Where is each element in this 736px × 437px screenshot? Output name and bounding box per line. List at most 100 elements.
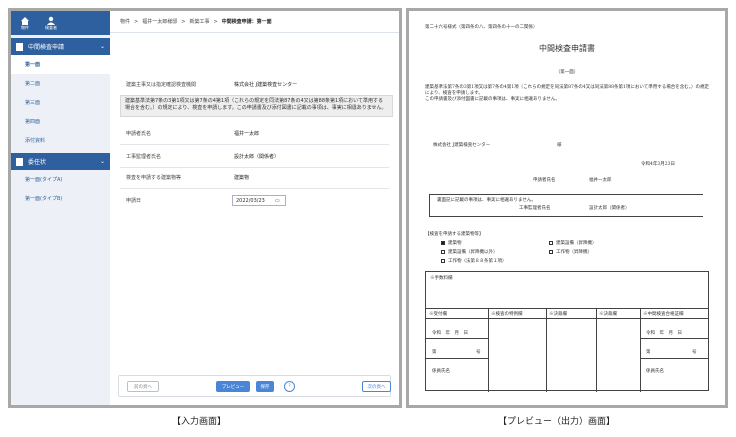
preview-button[interactable]: プレビュー xyxy=(216,381,250,392)
doc-date: 令和4年3月23日 xyxy=(641,162,675,167)
doc-rule xyxy=(596,308,597,392)
doc-honorific: 様 xyxy=(557,143,562,148)
doc-col-header: ※検査の特例欄 xyxy=(491,312,523,317)
checkbox-icon xyxy=(549,249,553,254)
sidebar-item-page3[interactable]: 第三面 xyxy=(11,93,110,112)
doc-page-label: （第一面） xyxy=(555,70,579,75)
breadcrumb-item[interactable]: 物件 xyxy=(120,18,130,25)
sidebar-item-page2[interactable]: 第二面 xyxy=(11,74,110,93)
sidebar-group-label: 中間検査申請 xyxy=(28,44,65,51)
doc-cell-dai: 第 xyxy=(646,350,651,355)
input-screen-caption: 【入力画面】 xyxy=(172,417,227,427)
sidebar-item-attachments[interactable]: 添付資料 xyxy=(11,131,110,150)
chevron-down-icon: ⌄ xyxy=(99,158,105,165)
sidebar-item-page1[interactable]: 第一面 xyxy=(11,55,110,74)
doc-rule xyxy=(426,358,488,359)
checkbox-icon xyxy=(549,240,553,245)
doc-rule xyxy=(488,308,489,392)
sidebar: 物件 検査者 中間検査申請 ⌄ 第一面 第二面 第三面 第四面 添付資料 委任状… xyxy=(11,11,110,405)
home-icon xyxy=(21,17,29,25)
sidebar-item-type-b[interactable]: 第一面(タイプB) xyxy=(11,189,110,208)
doc-cell-staff: 係員氏名 xyxy=(646,369,664,374)
supervisor-label: 工事監理者氏名 xyxy=(126,154,162,160)
doc-body-line: この申請書及び添付図書に記載の事項は、事実に相違ありません。 xyxy=(425,97,560,102)
addressee-value[interactable]: 株式会社 J建築検査センター xyxy=(234,81,297,88)
calendar-icon[interactable]: ▭ xyxy=(275,198,280,204)
document-icon xyxy=(16,42,23,51)
doc-check-item: 工作物（昇降機） xyxy=(549,249,592,255)
breadcrumb-separator: > xyxy=(213,18,218,25)
prev-page-button[interactable]: 前の頁へ xyxy=(127,381,159,392)
breadcrumb-item[interactable]: 新築工事 xyxy=(189,18,209,25)
doc-supervisor: 設計太郎（関係者） xyxy=(589,206,630,211)
doc-check-label: 建築設備（昇降機） xyxy=(556,241,597,246)
doc-check-label: 工作物（昇降機） xyxy=(556,250,592,255)
doc-rule xyxy=(546,308,547,392)
applicant-label: 申請者氏名 xyxy=(126,131,152,137)
doc-col-header: ※受付欄 xyxy=(429,312,447,317)
doc-rule xyxy=(426,338,488,339)
person-icon xyxy=(47,16,55,25)
doc-check-label: 建築物 xyxy=(448,241,462,246)
doc-cell-go: 号 xyxy=(476,350,481,355)
doc-form-header: 第二十六号様式（第四条の八、第四条の十一の二関係） xyxy=(425,25,538,30)
breadcrumb-item[interactable]: 福井一太郎様邸 xyxy=(142,18,177,25)
sidebar-item-type-a[interactable]: 第一面(タイプA) xyxy=(11,170,110,189)
breadcrumb-separator: > xyxy=(181,18,186,25)
addressee-label: 建築主事又は指定確認検査機関 xyxy=(126,82,197,88)
nav-inspector-button[interactable]: 検査者 xyxy=(43,13,59,33)
doc-body-line: 建築基準法第7条の3第1項又は第7条の4第1項（これらの規定を同法第87条の4又… xyxy=(425,85,709,96)
doc-cell-dai: 第 xyxy=(432,350,437,355)
doc-supervisor-note: 裏面記に記載の事項は、事実に相違ありません。 xyxy=(437,198,536,203)
input-screen: 物件 検査者 中間検査申請 ⌄ 第一面 第二面 第三面 第四面 添付資料 委任状… xyxy=(8,8,402,408)
doc-body: 建築基準法第7条の3第1項又は第7条の4第1項（これらの規定を同法第87条の4又… xyxy=(425,85,711,103)
nav-property-label: 物件 xyxy=(21,25,29,30)
doc-office-table: ※手数料欄 ※受付欄 ※検査の特例欄 ※決裁欄 ※決裁欄 ※中間検査合格証欄 令… xyxy=(425,271,709,392)
doc-supervisor-label: 工事監理者氏名 xyxy=(519,206,551,211)
doc-applicant-label: 申請者氏名 xyxy=(533,178,556,183)
doc-rule xyxy=(640,308,641,392)
chevron-down-icon: ⌄ xyxy=(99,43,105,50)
doc-cell-date: 令和 年 月 日 xyxy=(432,331,468,336)
doc-cell-go: 号 xyxy=(692,350,697,355)
doc-check-item: 建築物 xyxy=(441,240,462,246)
doc-rule xyxy=(426,318,708,319)
doc-col-header: ※決裁欄 xyxy=(599,312,617,317)
doc-fee-label: ※手数料欄 xyxy=(430,276,453,281)
sidebar-group-interim-inspection[interactable]: 中間検査申請 ⌄ xyxy=(11,38,110,55)
footer-bar: 前の頁へ プレビュー 保存 ? 次の頁へ xyxy=(118,375,391,397)
save-button[interactable]: 保存 xyxy=(256,381,274,392)
doc-check-item: 建築設備（昇降機以外） xyxy=(441,249,498,255)
next-page-button[interactable]: 次の頁へ xyxy=(362,381,391,392)
doc-check-label: 工作物（法第８８条第１項） xyxy=(448,259,507,264)
nav-property-button[interactable]: 物件 xyxy=(17,13,33,33)
help-icon[interactable]: ? xyxy=(284,381,295,392)
checkbox-icon xyxy=(441,249,445,254)
applicant-value[interactable]: 福井一太郎 xyxy=(234,130,259,137)
sidebar-group-label: 委任状 xyxy=(28,159,47,166)
doc-check-label: 建築設備（昇降機以外） xyxy=(448,250,498,255)
nav-inspector-label: 検査者 xyxy=(45,25,57,30)
notice-text: 建築基準法第7条の3第1項又は第7条の4第1項（これらの規定を同法第87条の4又… xyxy=(120,95,393,117)
sidebar-group-power-of-attorney[interactable]: 委任状 ⌄ xyxy=(11,153,110,170)
doc-col-header: ※中間検査合格証欄 xyxy=(643,312,684,317)
date-input[interactable]: 2022/03/23 ▭ xyxy=(232,195,286,206)
building-type-value[interactable]: 建築物 xyxy=(234,174,249,181)
breadcrumb: 物件 > 福井一太郎様邸 > 新築工事 > 中間検査申請：第一面 xyxy=(110,11,399,33)
divider xyxy=(120,144,389,145)
doc-check-item: 建築設備（昇降機） xyxy=(549,240,597,246)
checkbox-checked-icon xyxy=(441,240,445,245)
preview-screen-caption: 【プレビュー（出力）画面】 xyxy=(498,417,616,427)
doc-rule xyxy=(640,358,708,359)
doc-check-title: 【検査を申請する建築物等】 xyxy=(425,232,484,237)
doc-title: 中間検査申請書 xyxy=(539,44,595,53)
breadcrumb-current: 中間検査申請：第一面 xyxy=(221,19,272,25)
doc-rule xyxy=(429,194,430,216)
divider xyxy=(120,188,389,189)
doc-check-item: 工作物（法第８８条第１項） xyxy=(441,258,507,264)
supervisor-value[interactable]: 設計太郎（関係者） xyxy=(234,153,279,160)
sidebar-item-page4[interactable]: 第四面 xyxy=(11,112,110,131)
doc-rule xyxy=(429,194,703,195)
doc-applicant: 福井一太郎 xyxy=(589,178,612,183)
doc-cell-staff: 係員氏名 xyxy=(432,369,450,374)
